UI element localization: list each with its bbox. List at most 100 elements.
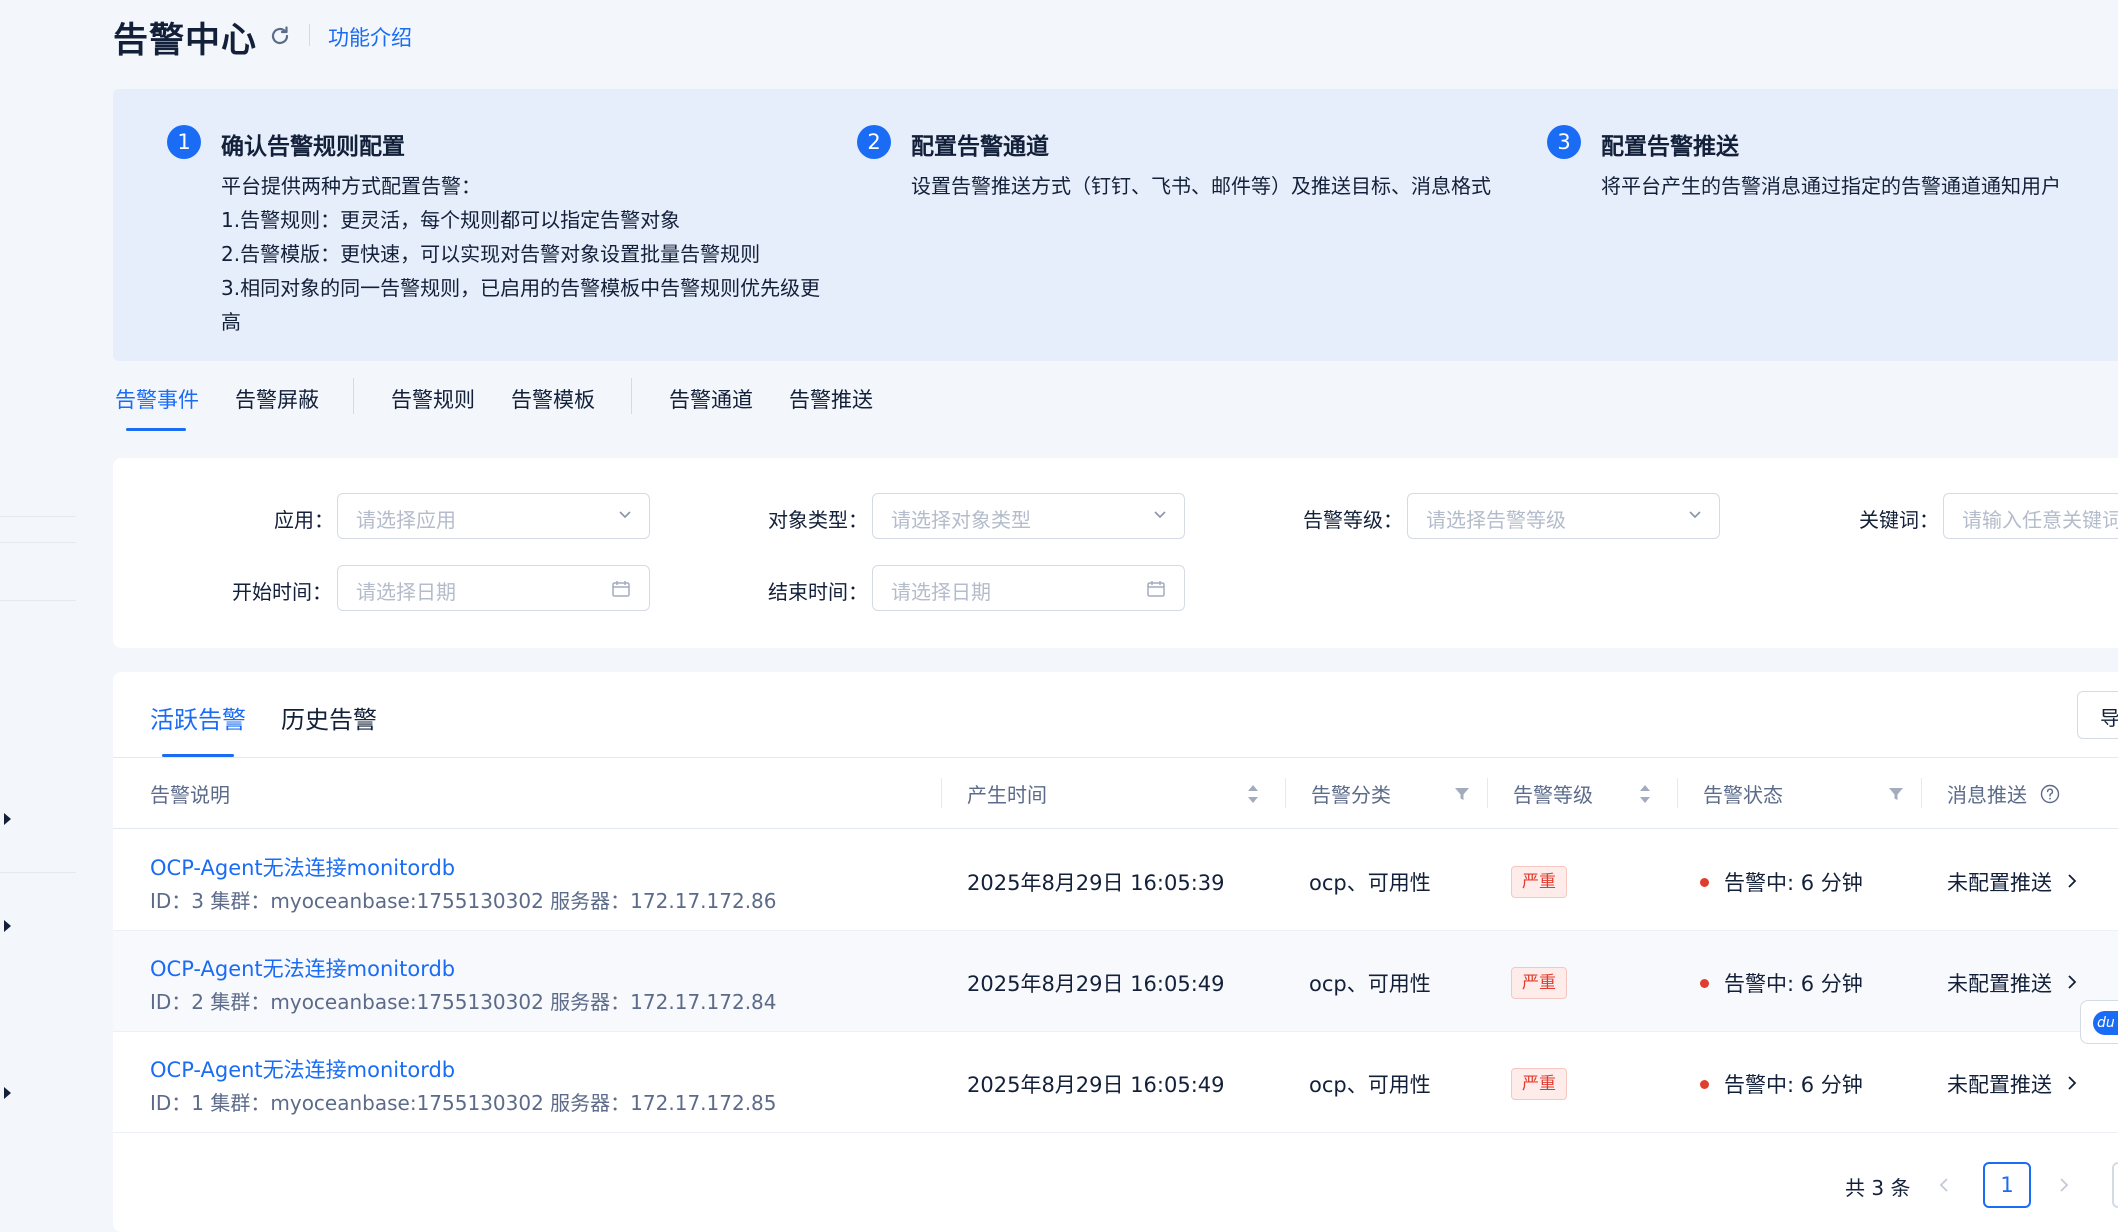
header-divider (309, 24, 310, 46)
sidebar-strip (0, 0, 76, 1212)
level-select-placeholder: 请选择告警等级 (1426, 508, 1566, 532)
column-header-level[interactable]: 告警等级 (1513, 779, 1593, 808)
end-date-placeholder: 请选择日期 (891, 580, 991, 604)
object-type-select-placeholder: 请选择对象类型 (891, 508, 1031, 532)
table-row: OCP-Agent无法连接monitordb ID：2 集群：myoceanba… (113, 931, 2118, 1032)
table-row: OCP-Agent无法连接monitordb ID：3 集群：myoceanba… (113, 830, 2118, 931)
alert-title-link[interactable]: OCP-Agent无法连接monitordb (150, 953, 455, 983)
alert-title-link[interactable]: OCP-Agent无法连接monitordb (150, 1054, 455, 1084)
severity-badge: 严重 (1511, 967, 1567, 999)
column-separator (941, 778, 942, 808)
column-header-push: 消息推送 (1947, 783, 2027, 807)
subtab-divider (113, 757, 2118, 758)
page-size-select[interactable] (2112, 1162, 2118, 1208)
alert-category: ocp、可用性 (1309, 1073, 1431, 1097)
tab-alert-events[interactable]: 告警事件 (115, 384, 199, 414)
step-description-line: 设置告警推送方式（钉钉、飞书、邮件等）及推送目标、消息格式 (911, 174, 1491, 198)
caret-right-icon[interactable] (4, 1087, 11, 1099)
chevron-right-icon[interactable] (2054, 1174, 2074, 1196)
level-select[interactable]: 请选择告警等级 (1407, 493, 1720, 539)
keyword-filter-label: 关键词： (1859, 508, 1939, 532)
step-number-badge: 2 (857, 125, 891, 159)
start-date-placeholder: 请选择日期 (356, 580, 456, 604)
app-select[interactable]: 请选择应用 (337, 493, 650, 539)
guide-steps-panel: 1 确认告警规则配置 平台提供两种方式配置告警： 1.告警规则：更灵活，每个规则… (113, 89, 2118, 361)
tab-alert-shield[interactable]: 告警屏蔽 (235, 384, 319, 414)
end-time-filter-label: 结束时间： (768, 580, 868, 604)
tab-history-alerts[interactable]: 历史告警 (281, 700, 377, 735)
tab-alert-channels[interactable]: 告警通道 (669, 384, 753, 414)
table-row: OCP-Agent无法连接monitordb ID：1 集群：myoceanba… (113, 1032, 2118, 1133)
alert-status: 告警中: 6 分钟 (1724, 871, 1863, 895)
step-description-line: 高 (221, 310, 241, 334)
feature-intro-link[interactable]: 功能介绍 (328, 22, 412, 52)
page-title: 告警中心 (113, 21, 258, 61)
filter-icon[interactable] (1454, 786, 1470, 802)
alert-meta: ID：3 集群：myoceanbase:1755130302 服务器：172.1… (150, 889, 777, 913)
chevron-down-icon (619, 511, 631, 519)
alert-status: 告警中: 6 分钟 (1724, 1073, 1863, 1097)
step-title: 确认告警规则配置 (221, 134, 405, 160)
alert-meta: ID：2 集群：myoceanbase:1755130302 服务器：172.1… (150, 990, 777, 1014)
pagination-page-current[interactable]: 1 (1983, 1162, 2031, 1208)
column-separator (1285, 778, 1286, 808)
refresh-icon[interactable] (268, 24, 292, 48)
alert-category: ocp、可用性 (1309, 871, 1431, 895)
step-number-badge: 1 (167, 125, 201, 159)
alert-title-link[interactable]: OCP-Agent无法连接monitordb (150, 852, 455, 882)
column-separator (1487, 778, 1488, 808)
alert-time: 2025年8月29日 16:05:49 (967, 1073, 1225, 1097)
column-separator (1677, 778, 1678, 808)
filter-card: 应用： 请选择应用 对象类型： 请选择对象类型 告警等级： 请选择告警等级 关键… (113, 458, 2118, 648)
tab-separator (631, 378, 632, 414)
export-button[interactable]: 导 (2077, 691, 2118, 739)
filter-icon[interactable] (1888, 786, 1904, 802)
pagination-total: 共 3 条 (1845, 1176, 1911, 1200)
sidebar-divider (0, 872, 76, 873)
push-config-link[interactable]: 未配置推送 (1947, 1069, 2052, 1099)
floating-assistant-button[interactable]: du (2080, 1000, 2118, 1044)
column-header-time[interactable]: 产生时间 (967, 779, 1047, 808)
active-tab-indicator (126, 428, 186, 431)
caret-right-icon[interactable] (4, 920, 11, 932)
object-type-filter-label: 对象类型： (768, 508, 868, 532)
sort-icon[interactable] (1246, 783, 1260, 805)
push-config-link[interactable]: 未配置推送 (1947, 968, 2052, 998)
sidebar-divider (0, 542, 76, 543)
chevron-down-icon (1154, 511, 1166, 519)
alert-time: 2025年8月29日 16:05:39 (967, 871, 1225, 895)
tab-separator (353, 378, 354, 414)
caret-right-icon[interactable] (4, 813, 11, 825)
column-header-status: 告警状态 (1703, 783, 1783, 807)
start-time-filter-label: 开始时间： (232, 580, 332, 604)
tab-active-alerts[interactable]: 活跃告警 (150, 700, 246, 735)
status-dot (1700, 878, 1709, 887)
tab-alert-templates[interactable]: 告警模板 (511, 384, 595, 414)
calendar-icon (612, 581, 630, 597)
chevron-left-icon[interactable] (1934, 1174, 1954, 1196)
step-description-line: 将平台产生的告警消息通过指定的告警通道通知用户 (1601, 174, 2061, 198)
alert-status: 告警中: 6 分钟 (1724, 972, 1863, 996)
severity-badge: 严重 (1511, 866, 1567, 898)
sort-icon[interactable] (1638, 783, 1652, 805)
end-date-picker[interactable]: 请选择日期 (872, 565, 1185, 611)
start-date-picker[interactable]: 请选择日期 (337, 565, 650, 611)
step-description: 平台提供两种方式配置告警： 1.告警规则：更灵活，每个规则都可以指定告警对象 2… (221, 169, 820, 339)
sidebar-divider (0, 516, 76, 517)
help-icon[interactable] (2040, 784, 2060, 804)
object-type-select[interactable]: 请选择对象类型 (872, 493, 1185, 539)
tab-alert-push[interactable]: 告警推送 (789, 384, 873, 414)
step-description-line: 3.相同对象的同一告警规则，已启用的告警模板中告警规则优先级更 (221, 276, 821, 300)
tab-alert-rules[interactable]: 告警规则 (391, 384, 475, 414)
row-divider (113, 1132, 2118, 1133)
step-description-line: 1.告警规则：更灵活，每个规则都可以指定告警对象 (221, 208, 681, 232)
sidebar-divider (0, 600, 76, 601)
chevron-right-icon[interactable] (2066, 874, 2078, 888)
alert-meta: ID：1 集群：myoceanbase:1755130302 服务器：172.1… (150, 1091, 777, 1115)
step-description: 将平台产生的告警消息通过指定的告警通道通知用户 (1601, 169, 2061, 203)
chevron-right-icon[interactable] (2066, 1076, 2078, 1090)
push-config-link[interactable]: 未配置推送 (1947, 867, 2052, 897)
chevron-right-icon[interactable] (2066, 975, 2078, 989)
keyword-input[interactable]: 请输入任意关键词 (1943, 493, 2118, 539)
app-filter-label: 应用： (274, 508, 334, 532)
